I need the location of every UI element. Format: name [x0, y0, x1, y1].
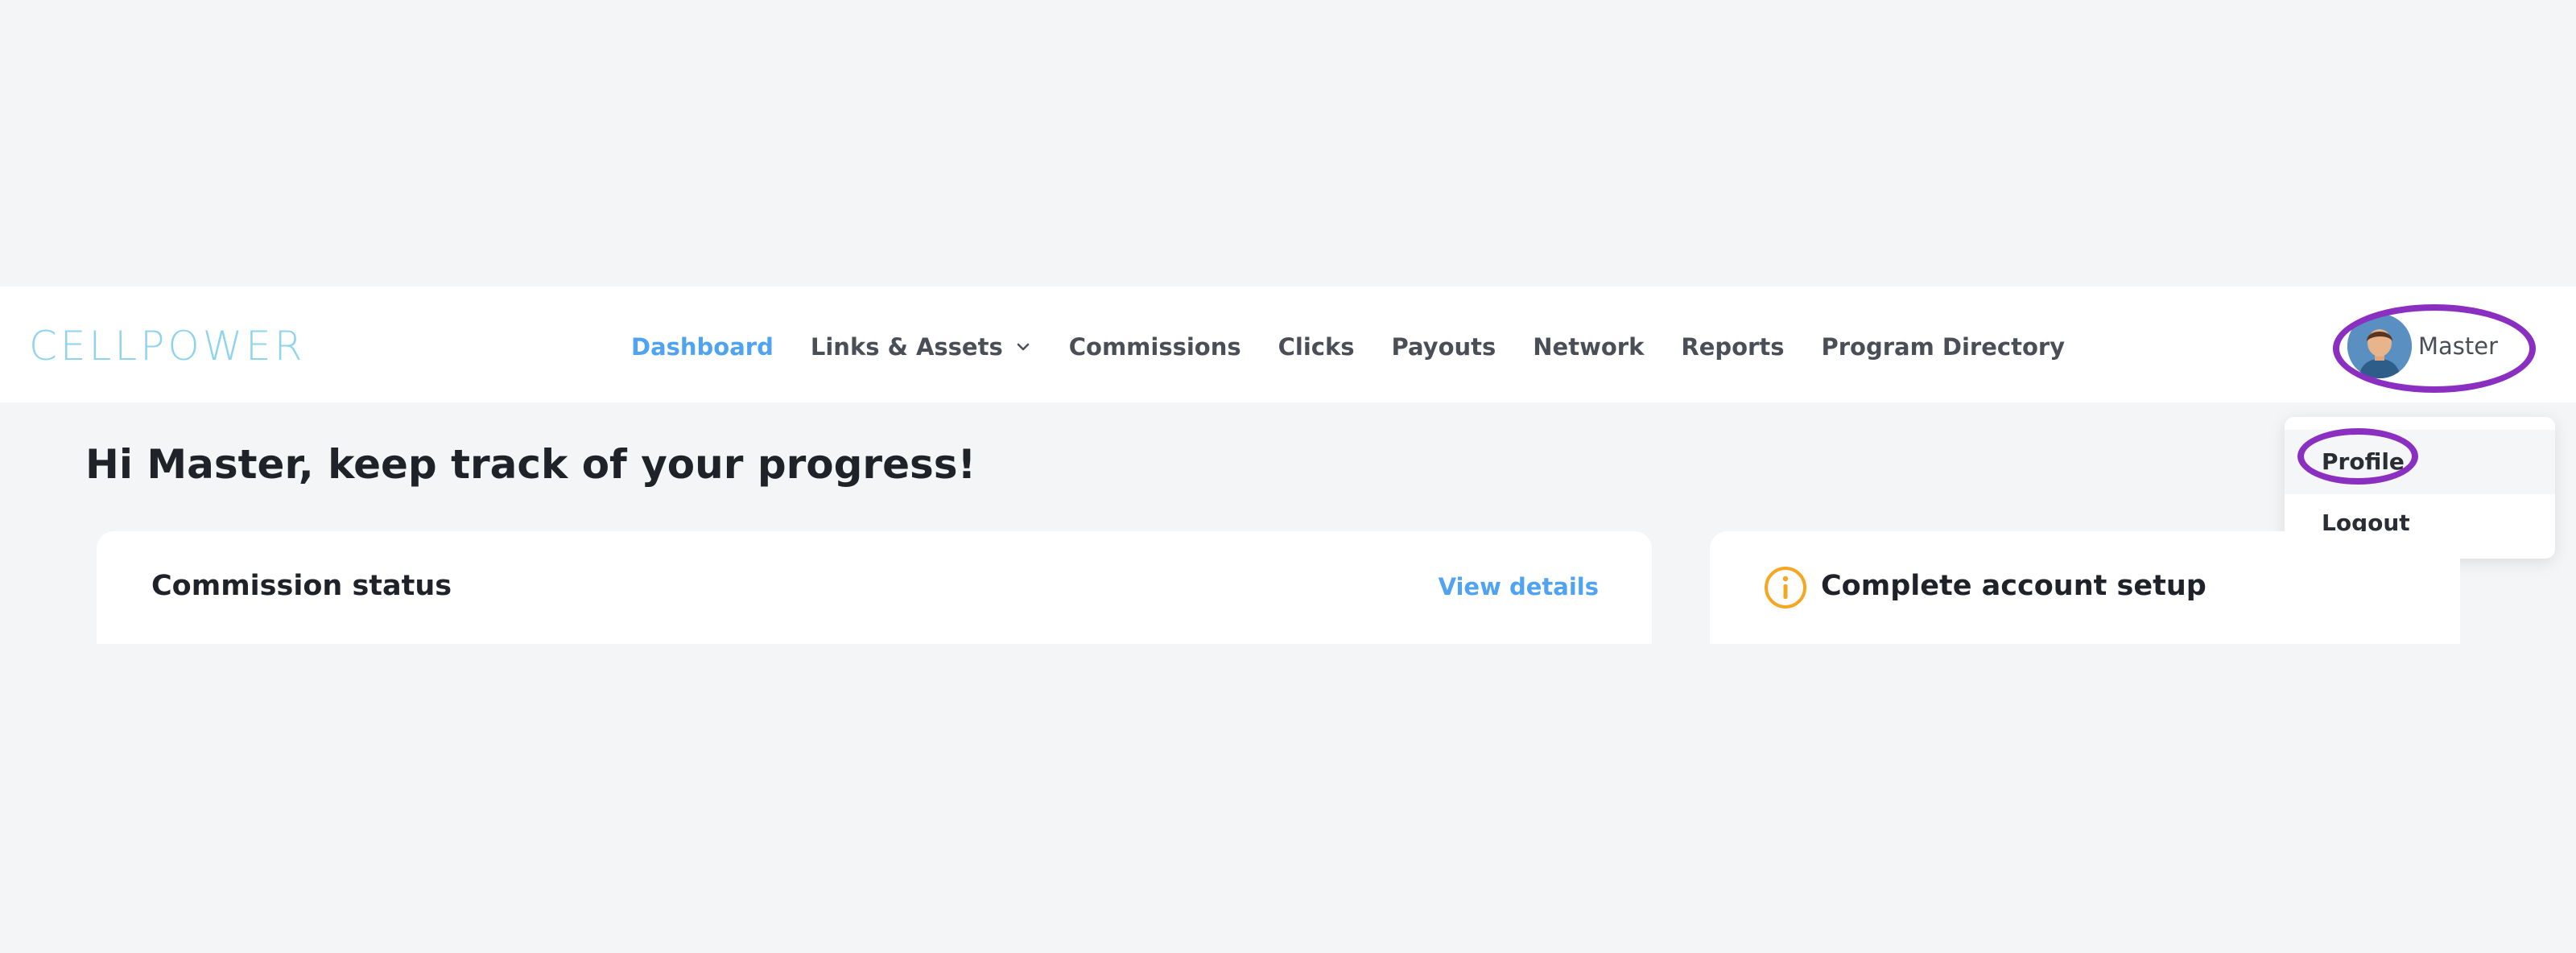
account-setup-title: Complete account setup [1821, 570, 2207, 602]
nav-reports[interactable]: Reports [1681, 333, 1784, 361]
chevron-down-icon [1017, 343, 1029, 351]
info-icon [1765, 567, 1806, 609]
nav-program-directory-label: Program Directory [1821, 333, 2066, 361]
commission-status-title: Commission status [151, 570, 452, 602]
page-greeting: Hi Master, keep track of your progress! [85, 441, 976, 488]
cellpower-logo[interactable]: CELLPOWER [29, 324, 306, 369]
nav-clicks-label: Clicks [1278, 333, 1355, 361]
nav-dashboard[interactable]: Dashboard [631, 333, 774, 361]
nav-reports-label: Reports [1681, 333, 1785, 361]
nav-program-directory[interactable]: Program Directory [1821, 333, 2065, 361]
main-nav: Dashboard Links & Assets Commissions Cli… [631, 328, 2102, 365]
commission-status-card: Commission status View details [97, 531, 1652, 644]
nav-network[interactable]: Network [1533, 333, 1644, 361]
nav-commissions[interactable]: Commissions [1069, 333, 1241, 361]
nav-payouts[interactable]: Payouts [1392, 333, 1496, 361]
account-setup-card: Complete account setup [1710, 531, 2460, 644]
nav-dashboard-label: Dashboard [631, 333, 774, 361]
view-details-link[interactable]: View details [1439, 573, 1599, 600]
nav-commissions-label: Commissions [1068, 333, 1241, 361]
nav-links-assets-label: Links & Assets [810, 333, 1003, 361]
nav-clicks[interactable]: Clicks [1278, 333, 1355, 361]
nav-links-assets[interactable]: Links & Assets [811, 333, 1032, 361]
nav-payouts-label: Payouts [1391, 333, 1496, 361]
highlight-user-menu [2333, 304, 2536, 393]
nav-network-label: Network [1533, 333, 1645, 361]
top-navbar: CELLPOWER Dashboard Links & Assets Commi… [0, 287, 2576, 402]
highlight-profile [2297, 428, 2418, 485]
